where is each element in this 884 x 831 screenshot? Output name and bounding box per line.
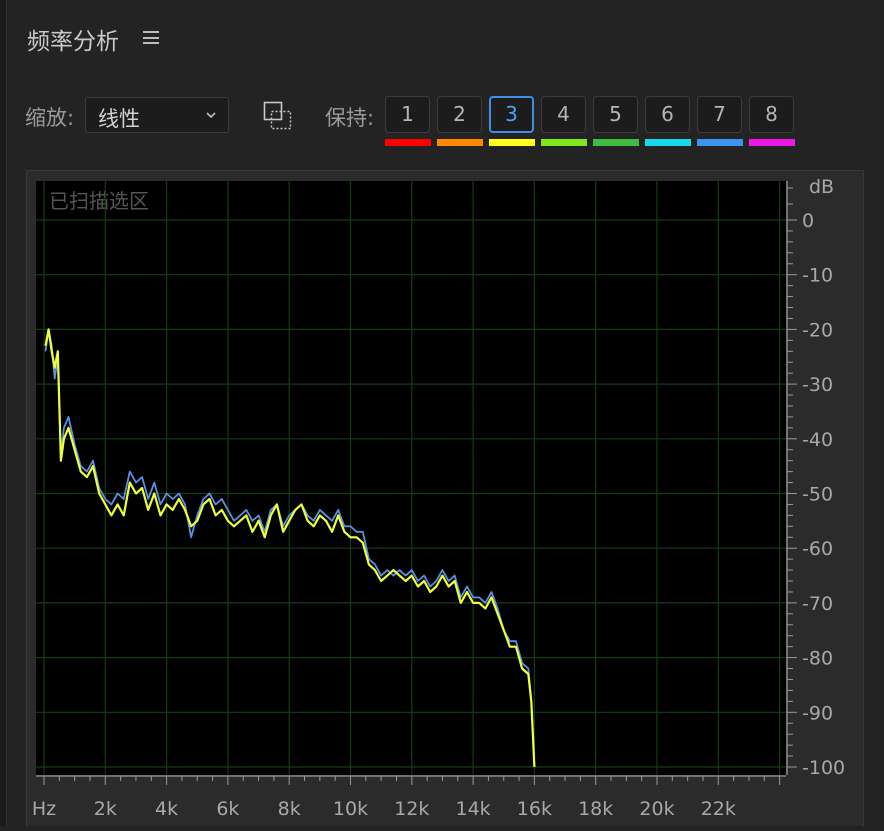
plot-area[interactable] <box>36 181 786 775</box>
y-tick-label: -40 <box>802 429 833 451</box>
hold-button-1[interactable]: 1 <box>385 96 430 133</box>
hold-button-3[interactable]: 3 <box>489 96 534 133</box>
y-unit-label: dB <box>809 176 834 198</box>
hold-button-8[interactable]: 8 <box>749 96 794 133</box>
hold-color-swatch-1 <box>385 139 431 146</box>
x-tick-label: 16k <box>517 798 552 820</box>
x-tick-label: 18k <box>578 798 613 820</box>
zoom-value: 线性 <box>98 107 140 131</box>
x-tick-label: 14k <box>456 798 491 820</box>
panel-title: 频率分析 <box>27 29 119 55</box>
y-tick-label: -90 <box>802 702 833 724</box>
hold-button-7[interactable]: 7 <box>697 96 742 133</box>
y-tick-label: -10 <box>802 265 833 287</box>
hold-color-swatch-5 <box>593 139 639 146</box>
y-tick-label: -20 <box>802 319 833 341</box>
hold-color-swatch-6 <box>645 139 691 146</box>
y-tick-label: -70 <box>802 593 833 615</box>
x-tick-label: 4k <box>155 798 178 820</box>
zoom-label: 缩放: <box>25 106 75 130</box>
x-tick-label: 10k <box>333 798 368 820</box>
window-edge <box>0 0 7 826</box>
hold-color-swatch-8 <box>749 139 795 146</box>
y-tick-label: -50 <box>802 484 833 506</box>
y-tick-label: -60 <box>802 538 833 560</box>
x-tick-label: 22k <box>701 798 736 820</box>
x-tick-label: 20k <box>639 798 674 820</box>
hold-color-swatch-7 <box>697 139 743 146</box>
y-tick-label: -30 <box>802 374 833 396</box>
frequency-plot-panel: 已扫描选区 Hz 2k 4k 6k 8k 10k 12k 14k 16k 18k 20k 22k dB 0… <box>26 170 864 826</box>
panel-menu-icon[interactable] <box>143 31 159 44</box>
y-tick-label: 0 <box>802 210 814 232</box>
scan-region-icon[interactable] <box>263 101 293 131</box>
hold-color-swatch-3 <box>489 139 535 146</box>
x-tick-label: 2k <box>94 798 117 820</box>
hold-button-5[interactable]: 5 <box>593 96 638 133</box>
y-tick-label: -100 <box>802 757 845 779</box>
hold-color-swatch-4 <box>541 139 587 146</box>
scanned-selection-label: 已扫描选区 <box>49 189 149 213</box>
hold-button-2[interactable]: 2 <box>437 96 482 133</box>
x-tick-label: 12k <box>394 798 429 820</box>
frequency-chart: 已扫描选区 Hz 2k 4k 6k 8k 10k 12k 14k 16k 18k 20k 22k dB 0… <box>32 176 845 820</box>
x-tick-label: Hz <box>32 798 56 820</box>
zoom-dropdown[interactable]: 线性 <box>85 97 229 133</box>
hold-button-6[interactable]: 6 <box>645 96 690 133</box>
hold-color-swatch-2 <box>437 139 483 146</box>
x-tick-label: 8k <box>278 798 301 820</box>
chevron-down-icon <box>206 112 216 119</box>
hold-button-4[interactable]: 4 <box>541 96 586 133</box>
y-tick-label: -80 <box>802 648 833 670</box>
x-tick-label: 6k <box>216 798 239 820</box>
hold-label: 保持: <box>325 106 375 130</box>
